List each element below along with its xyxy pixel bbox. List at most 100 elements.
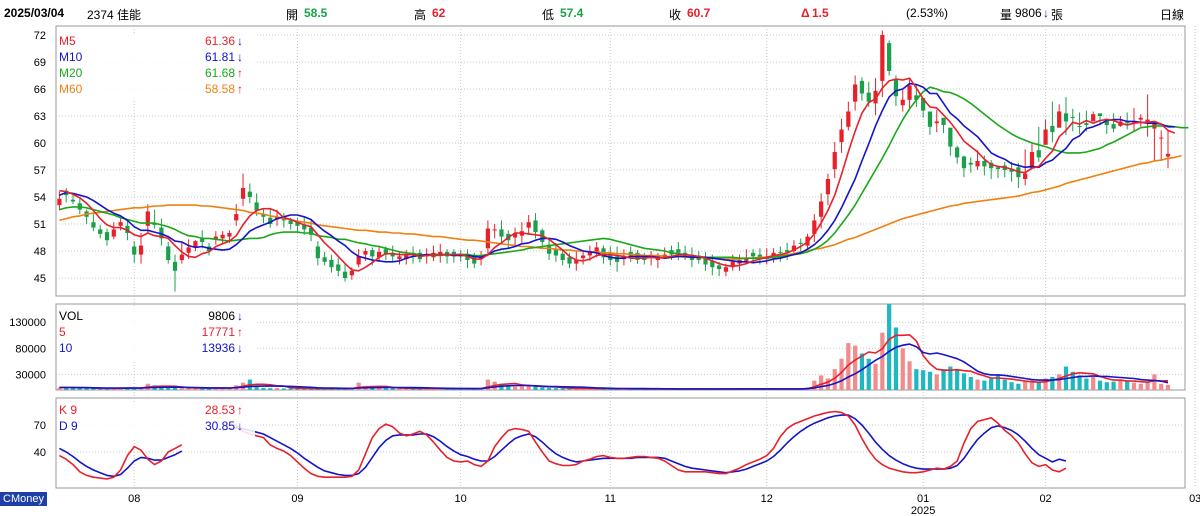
volume-bar	[955, 370, 960, 390]
volume-bar	[982, 380, 987, 390]
volume-bar	[1009, 382, 1014, 390]
price-legend-name: M5	[59, 34, 76, 48]
candle-body	[961, 156, 967, 169]
volume-legend-value: 9806	[208, 309, 235, 323]
candle-body	[995, 167, 1001, 170]
candle-body	[955, 147, 960, 158]
volume-bar	[1016, 383, 1021, 390]
candle-body	[751, 252, 756, 257]
kd-legend-name: D 9	[59, 419, 78, 433]
volume-bar	[968, 376, 973, 390]
candle-body	[138, 245, 144, 255]
volume-bar	[1050, 376, 1055, 390]
y-tick-label: 130000	[9, 317, 46, 329]
volume-bar	[900, 348, 905, 390]
candle-body	[370, 250, 375, 257]
volume-bar	[179, 388, 184, 390]
candle-body	[1159, 137, 1164, 139]
candle-body	[342, 271, 348, 278]
candle-body	[819, 201, 824, 217]
candle-body	[1091, 114, 1096, 122]
volume-bar	[356, 382, 361, 390]
volume-bar	[961, 373, 967, 390]
candle-body	[1084, 123, 1089, 125]
candle-body	[948, 127, 953, 147]
candle-body	[1043, 129, 1048, 145]
volume-legend-name: VOL	[59, 309, 83, 323]
x-tick-label: 12	[761, 493, 773, 505]
x-tick-label: 10	[455, 493, 467, 505]
candle-body	[717, 265, 722, 269]
volume-bar	[934, 374, 939, 390]
y-tick-label: 63	[34, 111, 46, 123]
y-tick-label: 48	[34, 246, 46, 258]
candle-body	[1057, 111, 1062, 128]
candle-body	[880, 35, 885, 81]
volume-bar	[172, 387, 178, 390]
volume-bar	[1159, 383, 1164, 390]
volume-bar	[1036, 382, 1041, 390]
candle-body	[234, 214, 239, 221]
candle-body	[1138, 117, 1143, 120]
x-tick-label: 02	[1039, 493, 1051, 505]
candle-body	[859, 80, 865, 94]
volume-bar	[261, 387, 266, 390]
kd-legend-arrow-icon: ↑	[237, 403, 243, 417]
candle-body	[227, 233, 232, 237]
candle-body	[526, 222, 531, 228]
price-legend-arrow-icon: ↓	[237, 50, 243, 64]
candle-body	[1063, 113, 1069, 122]
y-tick-label: 69	[34, 57, 46, 69]
candle-body	[900, 99, 905, 106]
candle-body	[485, 228, 490, 249]
volume-bar	[274, 388, 280, 390]
volume-bar	[281, 388, 286, 390]
candle-body	[798, 242, 803, 244]
volume-bar	[1111, 381, 1116, 390]
candle-body	[580, 255, 586, 259]
volume-bar	[288, 388, 293, 390]
candle-body	[839, 129, 844, 143]
candle-body	[866, 92, 871, 102]
volume-bar	[1104, 382, 1109, 390]
candle-body	[567, 257, 572, 264]
volume-bar	[560, 388, 565, 390]
volume-bar	[927, 371, 933, 390]
candle-body	[91, 222, 96, 228]
volume-legend-value: 13936	[202, 341, 236, 355]
volume-bar	[268, 388, 273, 390]
volume-bar	[512, 386, 518, 390]
kd-legend-arrow-icon: ↓	[237, 419, 243, 433]
volume-bar	[1145, 382, 1150, 390]
price-legend-name: M10	[59, 50, 83, 64]
volume-bar	[887, 304, 892, 390]
candle-body	[853, 84, 858, 102]
volume-bar	[1023, 381, 1028, 390]
y-tick-label: 30000	[15, 369, 46, 381]
y-tick-label: 66	[34, 84, 46, 96]
candle-body	[193, 241, 198, 247]
x-tick-label: 03	[1189, 493, 1200, 505]
y-tick-label: 80000	[15, 343, 46, 355]
kd-legend-name: K 9	[59, 403, 77, 417]
candle-body	[118, 222, 123, 226]
candle-body	[104, 232, 110, 241]
candle-body	[1023, 173, 1028, 179]
volume-bar	[1091, 376, 1096, 390]
stock-chart[interactable]: 72 69 66 63 60 57 54 51 48 45 130000 80000 30000 70 40…	[0, 0, 1200, 516]
volume-bar	[383, 388, 388, 390]
price-legend-value: 61.68	[205, 66, 235, 80]
candle-body	[166, 246, 171, 260]
candle-body	[329, 260, 334, 268]
volume-bar	[914, 369, 919, 390]
kd-legend-value: 30.85	[205, 419, 235, 433]
candle-body	[533, 220, 538, 233]
x-tick-label: 08	[128, 493, 140, 505]
volume-bar	[519, 386, 524, 390]
candle-body	[220, 234, 225, 239]
brand-logo[interactable]: CMoney	[0, 492, 47, 506]
year-label: 2025	[911, 505, 935, 516]
candle-body	[676, 249, 681, 253]
volume-bar	[873, 363, 878, 390]
y-tick-label: 54	[34, 192, 46, 204]
